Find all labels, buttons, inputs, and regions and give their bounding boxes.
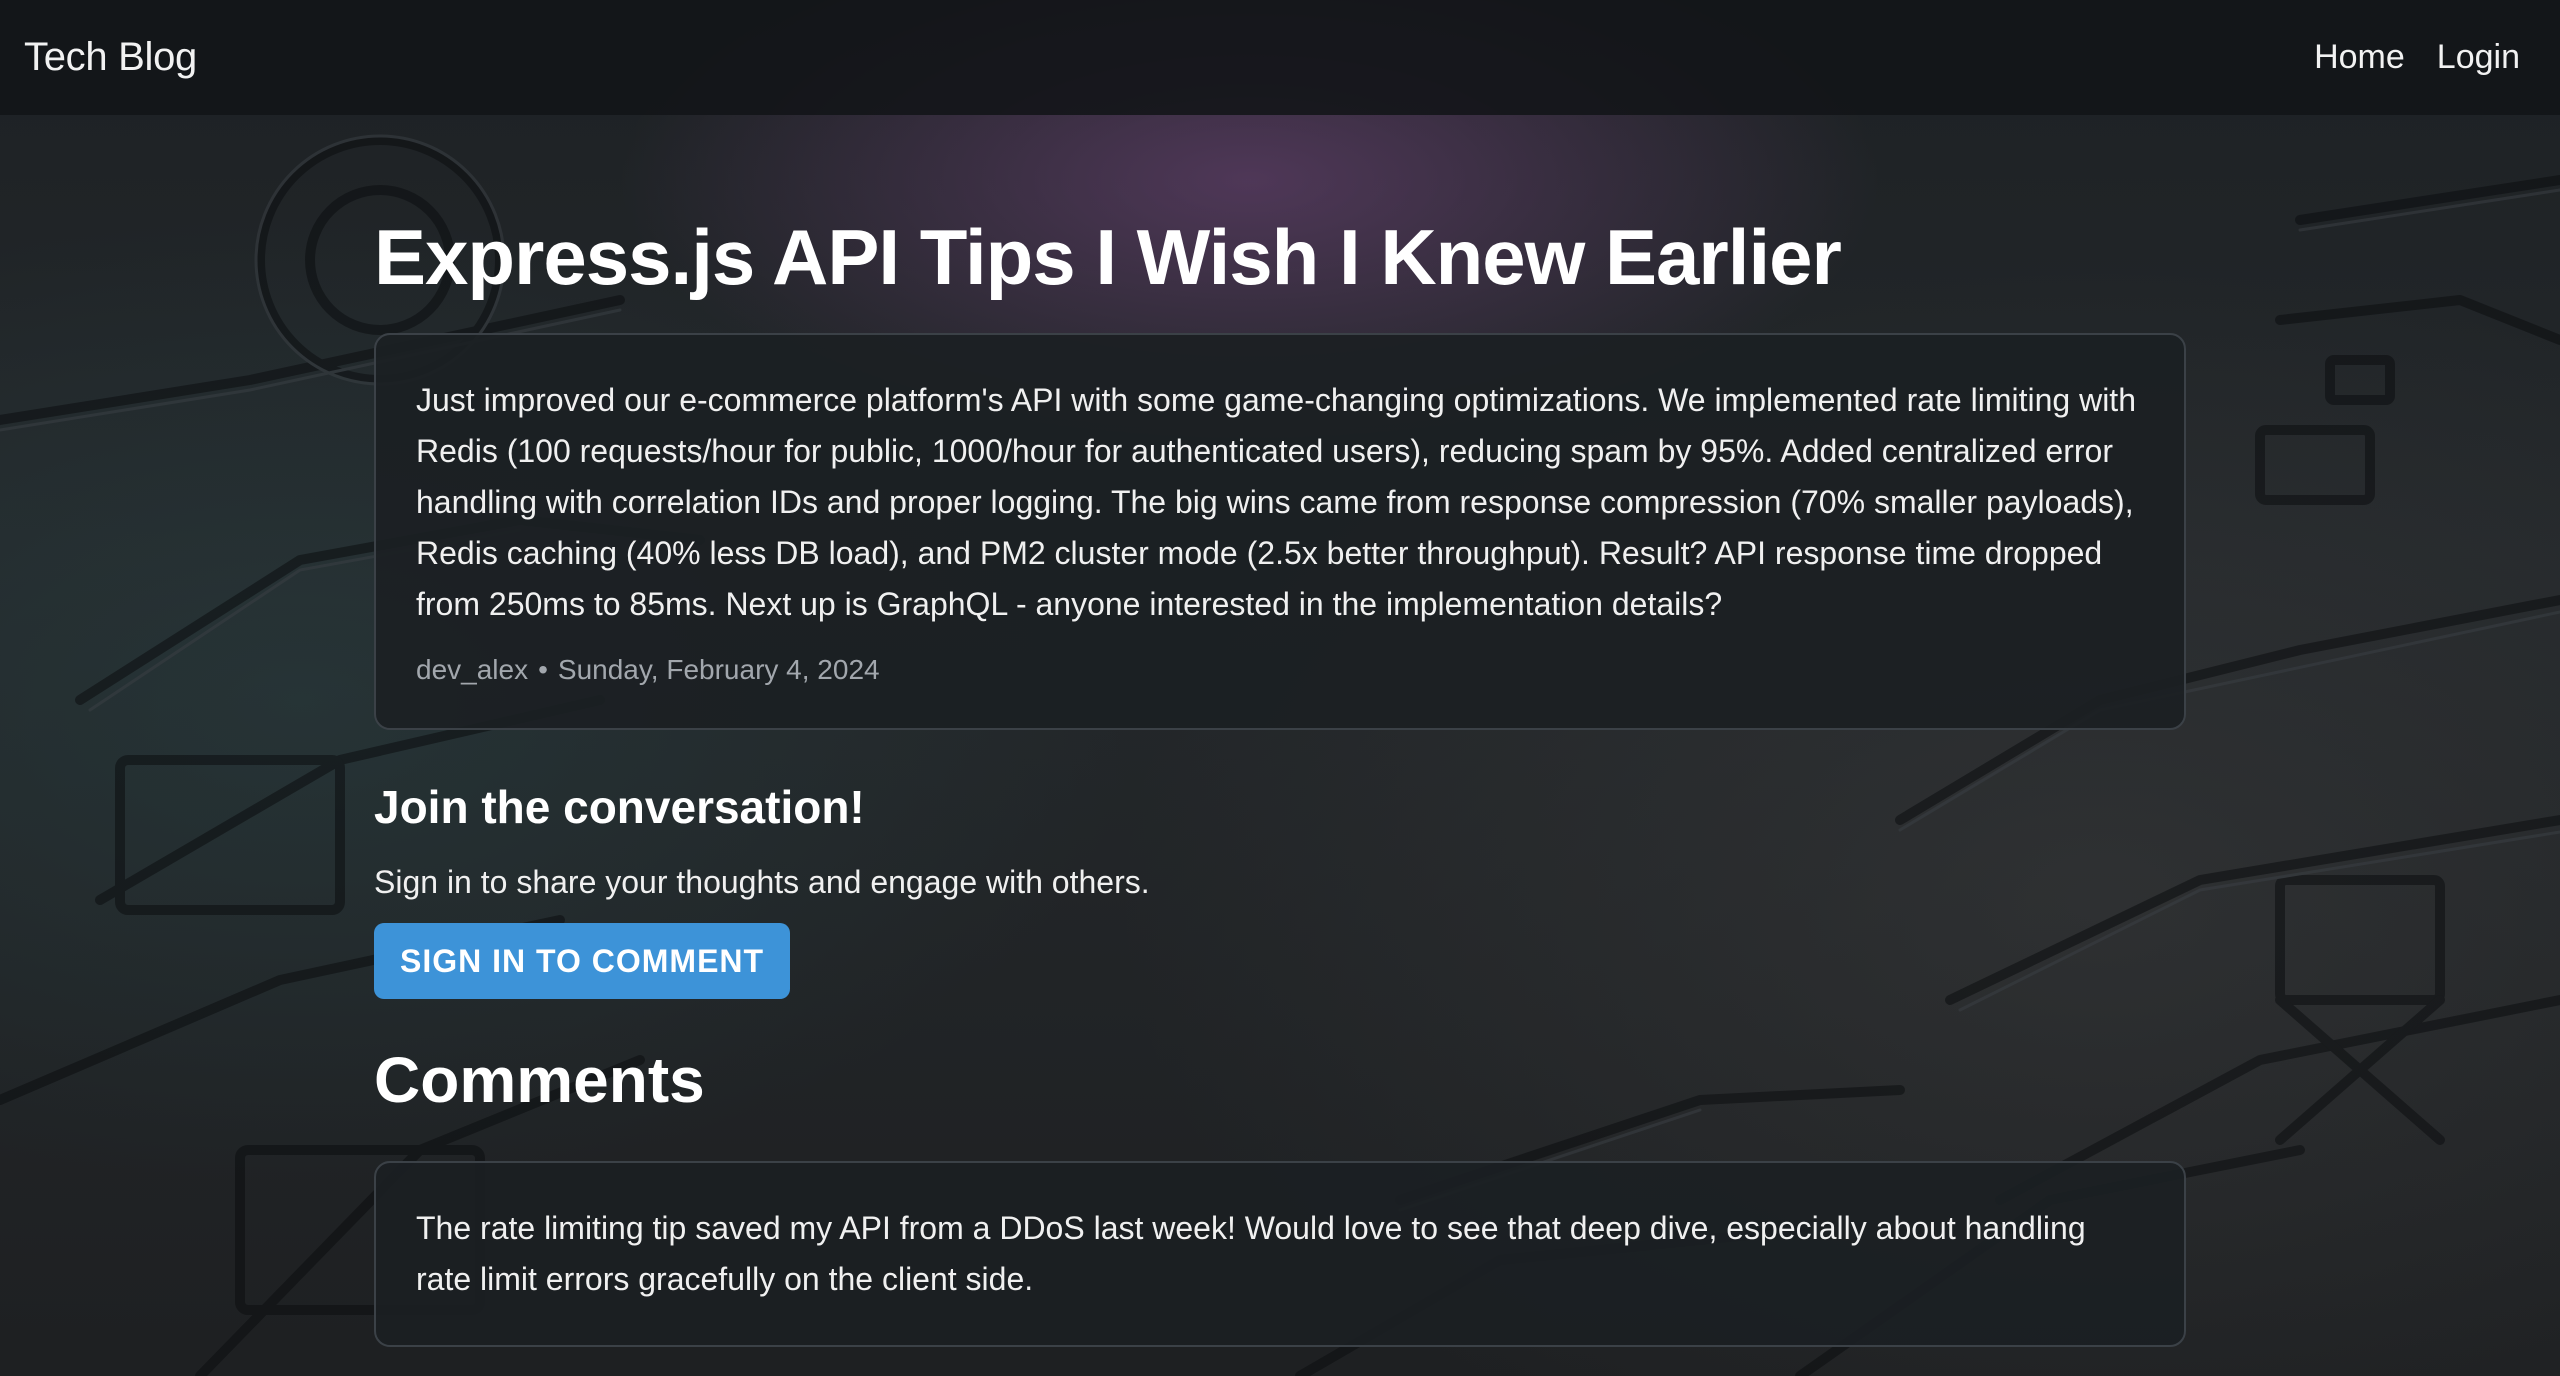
comments-heading: Comments bbox=[374, 1043, 705, 1116]
comment-body: The rate limiting tip saved my API from … bbox=[416, 1209, 2086, 1297]
sign-in-to-comment-button[interactable]: SIGN IN TO COMMENT bbox=[374, 922, 791, 999]
post-date: Sunday, February 4, 2024 bbox=[557, 653, 880, 685]
brand-logo-link[interactable]: Tech Blog bbox=[24, 35, 197, 80]
post-author: dev_alex bbox=[416, 653, 529, 685]
meta-separator: • bbox=[538, 653, 548, 685]
comment-card: The rate limiting tip saved my API from … bbox=[374, 1160, 2186, 1347]
nav-links: Home Login bbox=[2314, 38, 2520, 77]
top-navbar: Tech Blog Home Login bbox=[0, 0, 2560, 115]
join-text: Sign in to share your thoughts and engag… bbox=[374, 863, 1150, 900]
post-title: Express.js API Tips I Wish I Knew Earlie… bbox=[374, 213, 1842, 301]
post-body: Just improved our e-commerce platform's … bbox=[416, 381, 2136, 622]
nav-link-home[interactable]: Home bbox=[2314, 38, 2405, 77]
main-content: Express.js API Tips I Wish I Knew Earlie… bbox=[374, 115, 2186, 1347]
join-heading: Join the conversation! bbox=[374, 780, 865, 833]
nav-link-login[interactable]: Login bbox=[2437, 38, 2520, 77]
post-card: Just improved our e-commerce platform's … bbox=[374, 332, 2186, 730]
post-meta: dev_alex • Sunday, February 4, 2024 bbox=[416, 654, 2144, 686]
